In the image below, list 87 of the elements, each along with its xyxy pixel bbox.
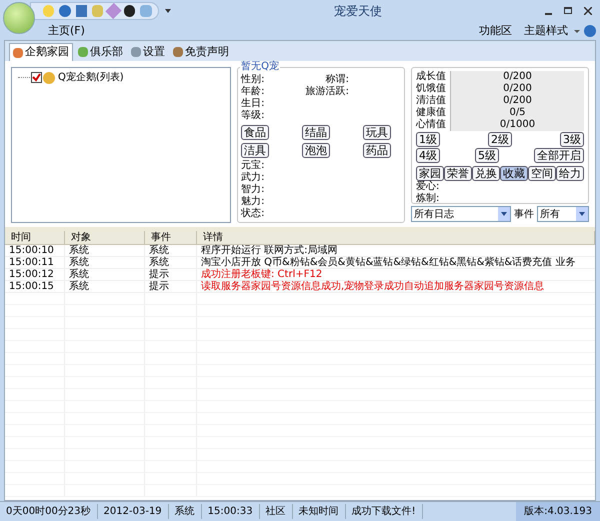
status-text: 系统 xyxy=(168,504,202,519)
theme-menu[interactable]: 主题样式 xyxy=(524,22,568,40)
table-cell: 系统 xyxy=(145,257,197,268)
table-cell: 15:00:15 xyxy=(5,281,65,292)
action-button[interactable]: 给力 xyxy=(556,166,584,181)
action-button[interactable]: 玩具 xyxy=(363,125,391,140)
table-cell: 15:00:12 xyxy=(5,269,65,280)
action-button[interactable]: 5级 xyxy=(475,148,499,163)
caret-icon[interactable] xyxy=(574,30,580,32)
table-cell-text: 成功注册老板键: Ctrl+F12 xyxy=(200,269,324,280)
status-text: 社区 xyxy=(260,504,293,519)
table-cell: 系统 xyxy=(65,245,145,256)
table-cell: 系统 xyxy=(65,281,145,292)
action-button[interactable]: 全部开启 xyxy=(534,148,584,163)
table-cell: 提示 xyxy=(145,281,197,292)
field-label: 年龄: xyxy=(241,86,265,98)
column-header[interactable]: 对象 xyxy=(65,231,145,244)
table-cell-text: 读取服务器家园号资源信息成功,宠物登录成功自动追加服务器家园号资源信息 xyxy=(200,281,546,292)
field-label: 爱心: xyxy=(416,181,440,192)
field-label: 性别: xyxy=(241,74,265,86)
action-button[interactable]: 药品 xyxy=(363,143,391,158)
action-button[interactable]: 收藏 xyxy=(500,166,528,181)
field-label: 元宝: xyxy=(241,160,266,172)
field-label: 炼制: xyxy=(416,193,440,205)
table-cell: 系统 xyxy=(145,245,197,256)
column-header[interactable]: 详情 xyxy=(197,231,595,244)
field-label: 称谓: xyxy=(326,74,349,86)
action-button[interactable]: 洁具 xyxy=(241,143,270,158)
tab[interactable]: 免责声明 xyxy=(170,43,232,61)
tab[interactable]: 俱乐部 xyxy=(75,43,126,61)
event-filter-select[interactable]: 所有 xyxy=(537,206,589,222)
field-label: 武力: xyxy=(241,172,266,184)
checkbox[interactable] xyxy=(31,72,42,83)
column-header[interactable]: 事件 xyxy=(145,231,197,244)
close-icon[interactable] xyxy=(584,7,592,15)
action-button[interactable]: 荣誉 xyxy=(444,166,472,181)
status-text: 0天00时00分23秒 xyxy=(0,504,98,519)
tree-item[interactable]: Q宠企鹅(列表) xyxy=(58,70,124,85)
stat-reading: 0/1000 xyxy=(500,119,536,131)
stat-label: 饥饿值 xyxy=(416,83,447,94)
stat-label: 清洁值 xyxy=(416,95,447,106)
stat-label: 成长值 xyxy=(416,71,447,83)
tab[interactable]: 设置 xyxy=(128,43,168,61)
stat-label: 心情值 xyxy=(416,119,447,131)
group-title: 暂无Q宠 xyxy=(240,61,280,73)
stat-reading: 0/200 xyxy=(503,83,532,95)
field-label: 等级: xyxy=(241,110,265,122)
window-title: 宠爱天使 xyxy=(333,3,383,20)
status-text: 版本:4.03.193 xyxy=(516,502,600,521)
action-button[interactable]: 2级 xyxy=(488,132,512,147)
event-label: 事件 xyxy=(514,208,534,222)
action-button[interactable]: 空间 xyxy=(528,166,556,181)
action-button[interactable]: 结晶 xyxy=(302,125,330,140)
table-cell: 系统 xyxy=(65,269,145,280)
field-label: 生日: xyxy=(241,98,265,110)
maximize-icon[interactable] xyxy=(564,7,572,14)
home-menu[interactable]: 主页(F) xyxy=(48,22,85,40)
stat-reading: 0/200 xyxy=(503,71,532,83)
tab[interactable]: 企鹅家园 xyxy=(9,43,73,61)
table-cell-text: 淘宝小店开放 Q币&粉钻&会员&黄钻&蓝钻&绿钻&红钻&黑钻&紫钻&话费充值 业务 xyxy=(200,257,576,268)
field-label: 魅力: xyxy=(241,196,266,208)
action-button[interactable]: 1级 xyxy=(416,132,440,147)
table-cell-text: 程序开始运行 联网方式:局域网 xyxy=(200,245,339,256)
status-text: 2012-03-19 xyxy=(98,504,169,519)
field-label: 旅游活跃: xyxy=(306,86,349,98)
stat-reading: 0/5 xyxy=(509,107,526,119)
action-button[interactable]: 兑换 xyxy=(472,166,500,181)
action-button[interactable]: 3级 xyxy=(560,132,584,147)
field-label: 状态: xyxy=(241,208,266,220)
status-text: 成功下载文件! xyxy=(346,504,423,519)
action-button[interactable]: 泡泡 xyxy=(302,143,330,158)
column-header[interactable]: 时间 xyxy=(5,231,65,244)
action-button[interactable]: 食品 xyxy=(241,125,270,140)
table-cell: 15:00:11 xyxy=(5,257,65,268)
log-filter-select[interactable]: 所有日志 xyxy=(411,206,511,222)
ribbon-menu[interactable]: 功能区 xyxy=(479,22,512,40)
stat-reading: 0/200 xyxy=(503,95,532,107)
status-text: 15:00:33 xyxy=(202,504,260,519)
status-text: 未知时间 xyxy=(292,504,346,519)
action-button[interactable]: 4级 xyxy=(416,148,440,163)
table-cell: 15:00:10 xyxy=(5,245,65,256)
stat-label: 健康值 xyxy=(416,107,447,118)
caret-icon[interactable] xyxy=(165,9,171,13)
table-cell: 提示 xyxy=(145,269,197,280)
field-label: 智力: xyxy=(241,184,266,196)
action-button[interactable]: 家园 xyxy=(416,166,444,181)
table-cell: 系统 xyxy=(65,257,145,268)
